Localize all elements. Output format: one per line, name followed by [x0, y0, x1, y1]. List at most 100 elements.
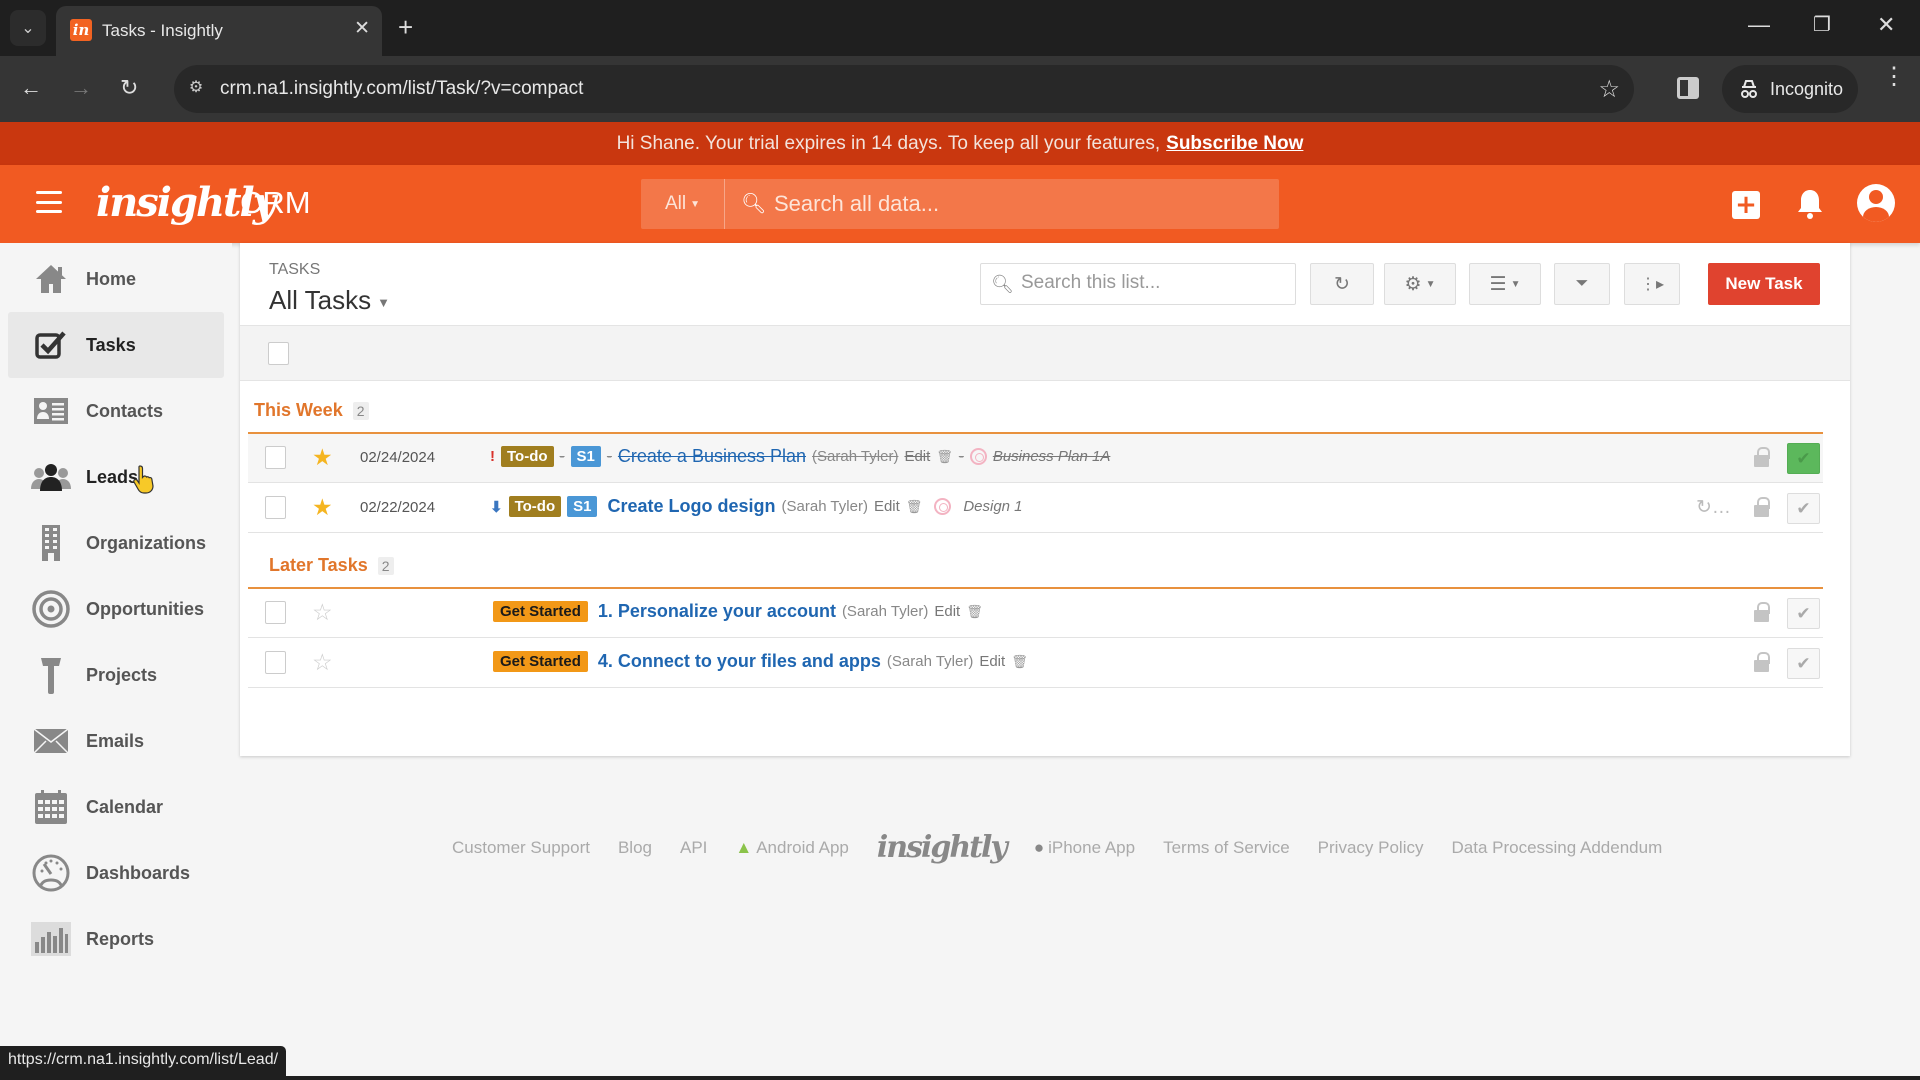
search-scope-dropdown[interactable]: All ▼ [641, 179, 725, 229]
sidebar-label: Home [86, 268, 137, 289]
footer-link-customer-support[interactable]: Customer Support [452, 838, 590, 858]
add-new-plus-icon[interactable]: + [1732, 191, 1760, 219]
global-search-input[interactable]: Search all data... [774, 191, 939, 217]
sidebar-item-emails[interactable]: Emails [8, 708, 224, 774]
footer-link-terms-of-service[interactable]: Terms of Service [1163, 838, 1290, 858]
sidebar-item-reports[interactable]: Reports [8, 906, 224, 972]
trash-icon[interactable]: 🗑︎ [966, 604, 983, 620]
sidebar-item-dashboards[interactable]: Dashboards [8, 840, 224, 906]
restore-window-button[interactable]: ❐ [1813, 12, 1831, 37]
sidebar-item-projects[interactable]: Projects [8, 642, 224, 708]
footer-link-data-processing-addendum[interactable]: Data Processing Addendum [1451, 838, 1662, 858]
footer-link-privacy-policy[interactable]: Privacy Policy [1318, 838, 1424, 858]
close-window-button[interactable]: ✕ [1877, 12, 1895, 38]
sort-icon: ⋮▸ [1639, 276, 1665, 293]
trash-icon[interactable]: 🗑︎ [936, 449, 953, 465]
group-count: 2 [352, 402, 369, 420]
task-checkbox[interactable] [265, 446, 286, 469]
browser-menu-icon[interactable]: ⋮ [1882, 65, 1906, 89]
complete-task-checkmark-button[interactable]: ✔ [1787, 443, 1820, 474]
select-all-checkbox[interactable] [268, 342, 289, 365]
complete-task-checkmark-button[interactable]: ✔ [1787, 648, 1820, 679]
list-search-field[interactable]: 🔍︎ [980, 263, 1296, 305]
footer-link-blog[interactable]: Blog [618, 838, 652, 858]
subscribe-now-link[interactable]: Subscribe Now [1166, 133, 1303, 154]
edit-task-link[interactable]: Edit [904, 448, 930, 465]
complete-task-checkmark-button[interactable]: ✔ [1787, 598, 1820, 629]
minimize-window-button[interactable]: — [1748, 12, 1770, 38]
reload-icon[interactable]: ↻ [120, 75, 138, 101]
task-checkbox[interactable] [265, 601, 286, 624]
sidebar-item-leads[interactable]: Leads [8, 444, 224, 510]
edit-task-link[interactable]: Edit [934, 603, 960, 620]
refresh-button[interactable]: ↻ [1310, 263, 1374, 305]
view-selector-dropdown[interactable]: All Tasks ▼ [269, 285, 390, 316]
footer-link-android-app[interactable]: ▲ Android App [735, 838, 848, 858]
sidebar-item-organizations[interactable]: Organizations [8, 510, 224, 576]
gauge-icon [30, 854, 72, 892]
notifications-bell-icon[interactable] [1795, 187, 1825, 221]
incognito-icon [1741, 80, 1757, 98]
app-header: insightly CRM All ▼ 🔍︎ Search all data...… [0, 165, 1920, 243]
trash-icon[interactable]: 🗑︎ [906, 499, 923, 515]
group-title: Later Tasks [269, 555, 368, 575]
caret-down-icon: ▼ [1510, 278, 1521, 290]
close-tab-icon[interactable]: ✕ [354, 17, 370, 40]
status-badge: Get Started [493, 601, 588, 622]
lock-icon [1754, 497, 1770, 517]
sidebar-item-calendar[interactable]: Calendar [8, 774, 224, 840]
group-header-later-tasks: Later Tasks 2 [269, 555, 394, 576]
back-arrow-icon[interactable]: ← [20, 75, 42, 101]
sidebar-item-home[interactable]: Home [8, 246, 224, 312]
new-tab-button[interactable]: + [398, 12, 413, 43]
new-task-button[interactable]: New Task [1708, 263, 1820, 305]
footer-link-iphone-app[interactable]: ● iPhone App [1034, 838, 1135, 858]
star-outline-icon[interactable]: ☆ [312, 649, 333, 676]
task-checkbox[interactable] [265, 496, 286, 519]
incognito-indicator[interactable]: Incognito [1722, 65, 1858, 113]
sort-columns-button[interactable]: ⋮▸ [1624, 263, 1680, 305]
star-filled-icon[interactable]: ★ [312, 444, 333, 471]
side-panel-icon[interactable] [1677, 77, 1699, 99]
edit-task-link[interactable]: Edit [874, 498, 900, 515]
list-view-dropdown-button[interactable]: ☰ ▼ [1469, 263, 1541, 305]
trash-icon[interactable]: 🗑︎ [1011, 654, 1028, 670]
view-name: All Tasks [269, 285, 372, 315]
browser-tab[interactable]: in Tasks - Insightly ✕ [56, 6, 382, 56]
footer-link-api[interactable]: API [680, 838, 707, 858]
filter-button[interactable]: ⏷ [1554, 263, 1610, 305]
hamburger-menu-icon[interactable] [36, 191, 62, 213]
task-name-link[interactable]: Create Logo design [607, 496, 775, 517]
sidebar-label: Opportunities [86, 598, 204, 619]
sidebar-item-contacts[interactable]: Contacts [8, 378, 224, 444]
task-name-link[interactable]: 4. Connect to your files and apps [598, 651, 881, 672]
star-filled-icon[interactable]: ★ [312, 494, 333, 521]
stage-badge: S1 [570, 446, 601, 467]
settings-dropdown-button[interactable]: ⚙ ▼ [1384, 263, 1456, 305]
bulk-select-bar [240, 325, 1850, 381]
footer-link-label: iPhone App [1048, 837, 1136, 857]
chevron-down-icon: ▼ [690, 198, 701, 210]
user-avatar-icon[interactable] [1857, 184, 1895, 222]
site-settings-icon[interactable]: ⚙ [184, 77, 208, 101]
sidebar-item-opportunities[interactable]: Opportunities [8, 576, 224, 642]
task-project-link[interactable]: Design 1 [963, 498, 1022, 515]
forward-arrow-icon[interactable]: → [70, 75, 92, 101]
building-icon [30, 525, 72, 561]
global-search: All ▼ 🔍︎ Search all data... [641, 179, 1279, 229]
bookmark-star-icon[interactable]: ☆ [1598, 75, 1620, 104]
star-outline-icon[interactable]: ☆ [312, 599, 333, 626]
sidebar-item-tasks[interactable]: Tasks [8, 312, 224, 378]
task-name-link[interactable]: 1. Personalize your account [598, 601, 836, 622]
url-text[interactable]: crm.na1.insightly.com/list/Task/?v=compa… [220, 78, 583, 100]
edit-task-link[interactable]: Edit [979, 653, 1005, 670]
task-project-link[interactable]: Business Plan 1A [993, 448, 1111, 465]
address-bar[interactable]: ⚙ crm.na1.insightly.com/list/Task/?v=com… [174, 65, 1634, 113]
sidebar-label: Contacts [86, 400, 164, 421]
tab-list-button[interactable]: ⌄ [10, 10, 46, 46]
list-search-input[interactable] [1021, 272, 1281, 294]
sidebar-label: Leads [86, 466, 139, 487]
task-name-link[interactable]: Create a Business Plan [618, 446, 806, 467]
complete-task-checkmark-button[interactable]: ✔ [1787, 493, 1820, 524]
task-checkbox[interactable] [265, 651, 286, 674]
